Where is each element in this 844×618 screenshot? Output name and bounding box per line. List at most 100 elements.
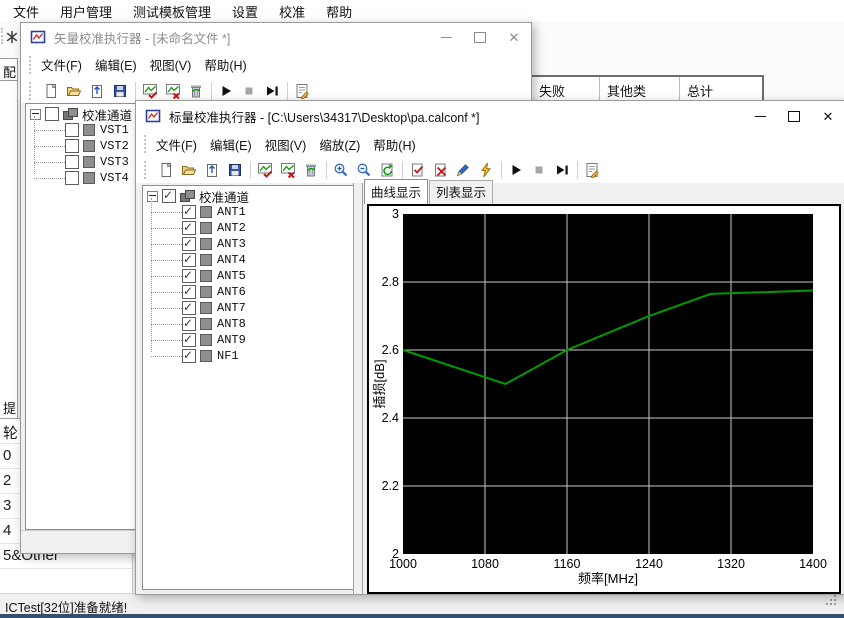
step-button[interactable] [262, 81, 282, 101]
close-button[interactable]: ✕ [811, 101, 844, 131]
delete-button[interactable] [186, 81, 206, 101]
resize-grip[interactable] [826, 595, 837, 606]
checkbox[interactable] [182, 349, 196, 363]
tree-item-ant6[interactable]: ANT6 [143, 284, 354, 300]
menu-item[interactable]: 测试模板管理 [133, 2, 211, 21]
checkbox[interactable] [182, 237, 196, 251]
checkbox[interactable] [182, 301, 196, 315]
menu-item[interactable]: 用户管理 [60, 2, 112, 21]
run-button[interactable] [216, 81, 236, 101]
chart-apply-button[interactable] [255, 160, 275, 180]
maximize-button[interactable] [777, 101, 811, 131]
menu-item[interactable]: 校准 [279, 2, 305, 21]
tree-item-label: NF1 [217, 349, 239, 363]
checkbox[interactable] [45, 107, 59, 121]
tree-item-ant1[interactable]: ANT1 [143, 204, 354, 220]
run-button[interactable] [506, 160, 526, 180]
checkbox[interactable] [162, 189, 176, 203]
refresh-button[interactable] [377, 160, 397, 180]
tree-item-ant5[interactable]: ANT5 [143, 268, 354, 284]
tree-item-nf1[interactable]: NF1 [143, 348, 354, 364]
tab-config[interactable]: 配 [0, 58, 18, 81]
tree-item-ant3[interactable]: ANT3 [143, 236, 354, 252]
tree-item-label: ANT1 [217, 205, 246, 219]
chart-apply-button[interactable] [140, 81, 160, 101]
checkbox[interactable] [182, 285, 196, 299]
checkbox[interactable] [182, 269, 196, 283]
maximize-button[interactable] [463, 23, 497, 51]
checkbox[interactable] [65, 123, 79, 137]
edit-button[interactable] [453, 160, 473, 180]
menu-item[interactable]: 帮助(H) [373, 135, 415, 154]
chart-remove-button[interactable] [163, 81, 183, 101]
minimize-button[interactable] [743, 101, 777, 131]
config-new-icon[interactable] [4, 29, 20, 45]
delete-button[interactable] [301, 160, 321, 180]
chart-remove-button[interactable] [278, 160, 298, 180]
checkbox[interactable] [182, 253, 196, 267]
checkbox[interactable] [182, 317, 196, 331]
save-button[interactable] [110, 81, 130, 101]
tree-root[interactable]: 校准通道 [143, 188, 354, 204]
expander-icon[interactable] [147, 191, 158, 202]
vector-title-bar[interactable]: 矢量校准执行器 - [未命名文件 *] ✕ [21, 23, 531, 51]
scalar-tree-panel: 校准通道ANT1ANT2ANT3ANT4ANT5ANT6ANT7ANT8ANT9… [142, 185, 355, 590]
panel-splitter[interactable] [353, 183, 363, 594]
channel-icon [83, 156, 95, 168]
close-button[interactable]: ✕ [497, 23, 531, 51]
menu-item[interactable]: 缩放(Z) [319, 135, 360, 154]
report-button[interactable] [292, 81, 312, 101]
tree-item-ant9[interactable]: ANT9 [143, 332, 354, 348]
menu-item[interactable]: 帮助(H) [204, 55, 246, 74]
checkbox[interactable] [65, 155, 79, 169]
checkbox[interactable] [182, 333, 196, 347]
menu-item[interactable]: 编辑(E) [210, 135, 252, 154]
menu-item[interactable]: 文件(F) [41, 55, 82, 74]
minimize-button[interactable] [429, 23, 463, 51]
menu-item[interactable]: 编辑(E) [95, 55, 137, 74]
menu-item[interactable]: 视图(V) [150, 55, 192, 74]
toolbar-gripper[interactable] [144, 161, 149, 179]
menu-item[interactable]: 视图(V) [265, 135, 307, 154]
export-button[interactable] [202, 160, 222, 180]
step-button[interactable] [552, 160, 572, 180]
toolbar-gripper[interactable] [1, 28, 3, 44]
export-button[interactable] [87, 81, 107, 101]
tab-list-view[interactable]: 列表显示 [429, 180, 493, 204]
flash-button[interactable] [476, 160, 496, 180]
tree-item-ant4[interactable]: ANT4 [143, 252, 354, 268]
menu-item[interactable]: 文件(F) [156, 135, 197, 154]
zoom-in-button[interactable] [331, 160, 351, 180]
stop-button[interactable] [529, 160, 549, 180]
menu-item[interactable]: 文件 [13, 2, 39, 21]
doc-check-button[interactable] [407, 160, 427, 180]
stop-button[interactable] [239, 81, 259, 101]
tab-curve-view[interactable]: 曲线显示 [364, 179, 428, 204]
menu-gripper[interactable] [144, 135, 149, 153]
doc-cross-button[interactable] [430, 160, 450, 180]
checkbox[interactable] [182, 205, 196, 219]
zoom-out-button[interactable] [354, 160, 374, 180]
toolbar-gripper[interactable] [29, 82, 34, 100]
tree-stub [151, 292, 182, 293]
tree-stub [34, 130, 65, 131]
report-button[interactable] [582, 160, 602, 180]
menu-item[interactable]: 帮助 [326, 2, 352, 21]
menu-gripper[interactable] [29, 56, 34, 74]
tree-item-ant2[interactable]: ANT2 [143, 220, 354, 236]
menu-item[interactable]: 设置 [232, 2, 258, 21]
open-button[interactable] [179, 160, 199, 180]
results-table-header: 失败其他类总计 [532, 75, 764, 102]
tree-item-ant7[interactable]: ANT7 [143, 300, 354, 316]
insertion-loss-chart[interactable]: 22.22.42.62.83100010801160124013201400频率… [367, 204, 841, 594]
checkbox[interactable] [182, 221, 196, 235]
new-button[interactable] [156, 160, 176, 180]
new-button[interactable] [41, 81, 61, 101]
tree-item-ant8[interactable]: ANT8 [143, 316, 354, 332]
scalar-title-bar[interactable]: 标量校准执行器 - [C:\Users\34317\Desktop\pa.cal… [136, 101, 844, 131]
save-button[interactable] [225, 160, 245, 180]
checkbox[interactable] [65, 171, 79, 185]
open-button[interactable] [64, 81, 84, 101]
expander-icon[interactable] [30, 109, 41, 120]
checkbox[interactable] [65, 139, 79, 153]
